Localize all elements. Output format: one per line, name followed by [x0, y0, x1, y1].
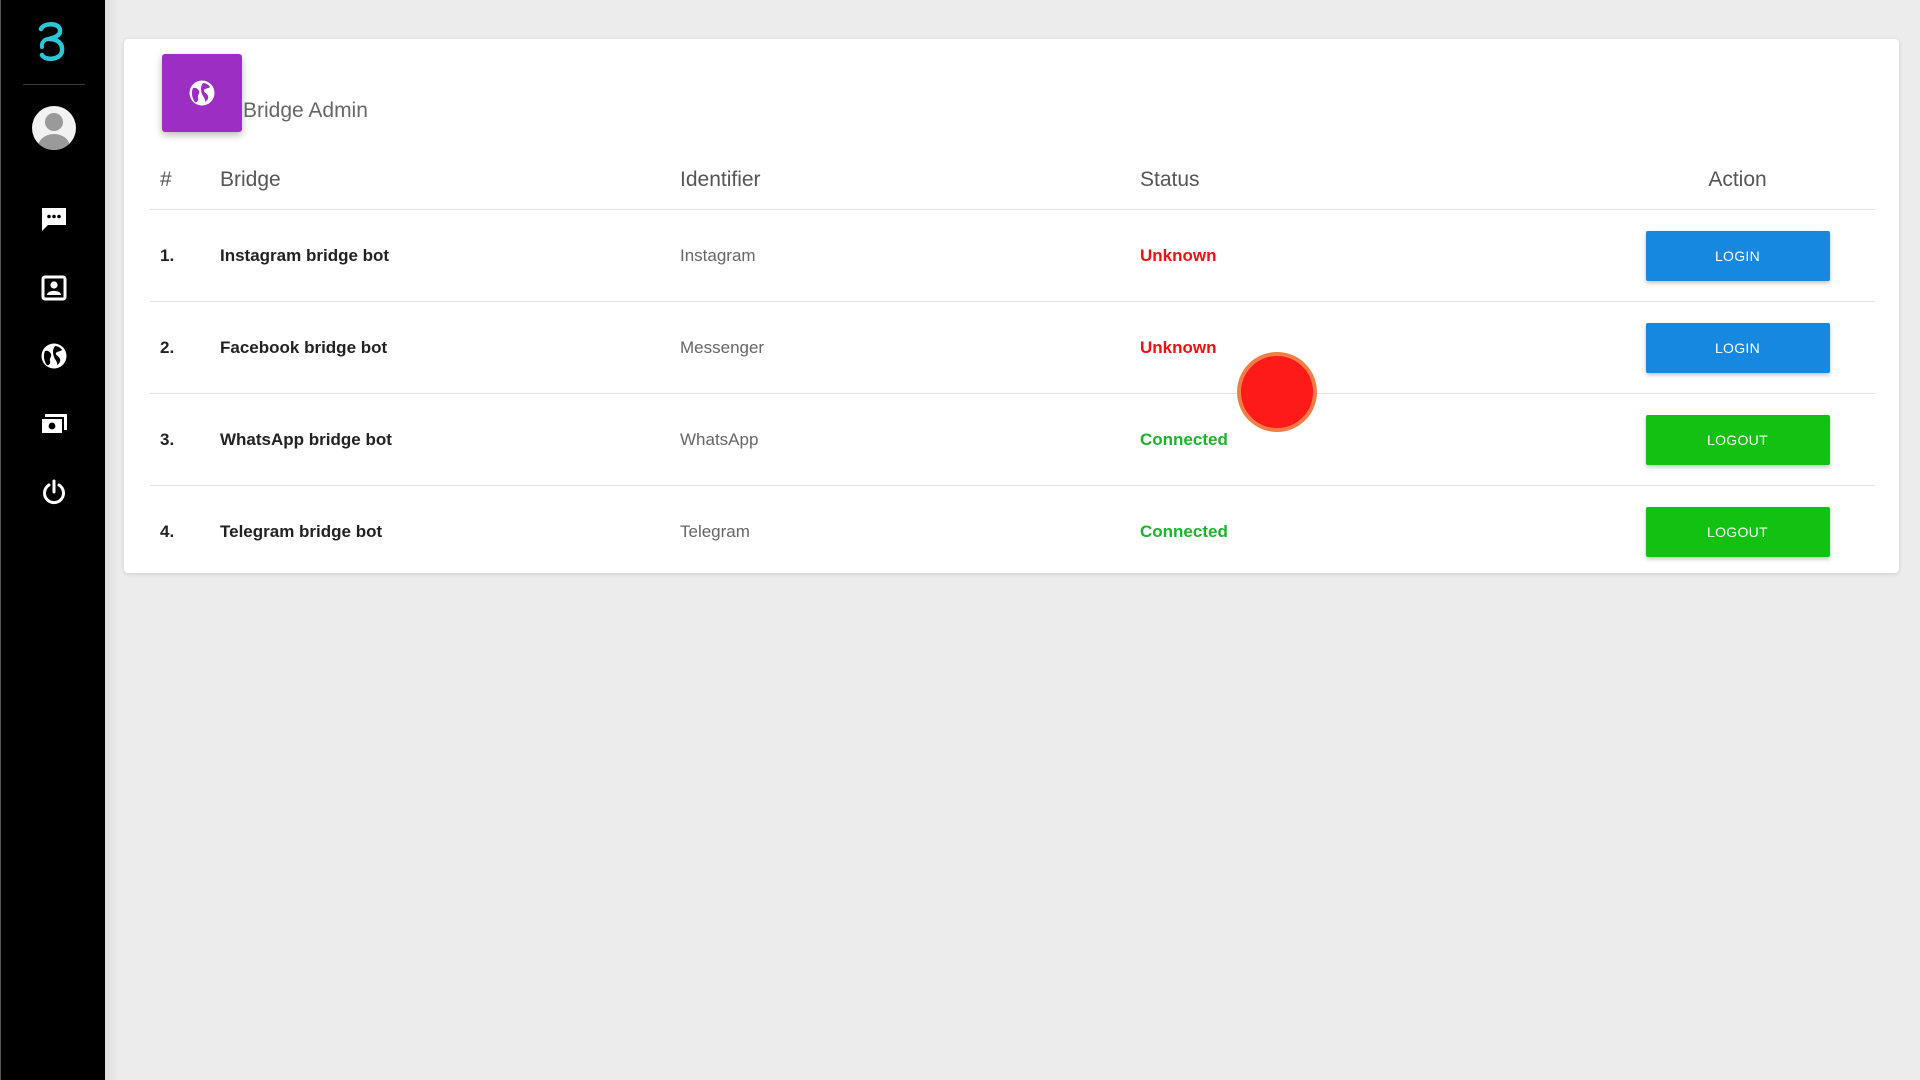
main-content: Bridge Admin # Bridge Identifier Status …	[105, 0, 1920, 1080]
action-cell: LOGOUT	[1540, 393, 1875, 486]
login-button[interactable]: LOGIN	[1645, 230, 1830, 281]
status-badge: Connected	[1140, 393, 1540, 486]
bridge-name: Facebook bridge bot	[220, 301, 680, 394]
media-icon[interactable]	[38, 408, 70, 440]
logout-button[interactable]: LOGOUT	[1645, 506, 1830, 557]
action-cell: LOGIN	[1540, 209, 1875, 302]
bridge-identifier: Instagram	[680, 209, 1140, 302]
bridge-admin-card: Bridge Admin # Bridge Identifier Status …	[124, 39, 1899, 573]
globe-icon[interactable]	[38, 340, 70, 372]
sidebar-divider	[23, 84, 85, 85]
login-button[interactable]: LOGIN	[1645, 322, 1830, 373]
table-row: 2. Facebook bridge bot Messenger Unknown…	[150, 301, 1875, 394]
status-badge: Unknown	[1140, 301, 1540, 394]
table-row: 4. Telegram bridge bot Telegram Connecte…	[150, 486, 1875, 578]
action-cell: LOGIN	[1540, 301, 1875, 394]
page-title: Bridge Admin	[243, 99, 368, 122]
action-cell: LOGOUT	[1540, 486, 1875, 578]
row-number: 4.	[160, 521, 175, 541]
table-header-row: # Bridge Identifier Status Action	[150, 151, 1875, 210]
bridge-name: Telegram bridge bot	[220, 521, 383, 541]
row-number: 1.	[150, 209, 220, 302]
status-badge: Connected	[1140, 521, 1228, 541]
globe-icon	[162, 54, 242, 132]
bridge-identifier: Telegram	[680, 521, 750, 541]
bridge-identifier: WhatsApp	[680, 393, 1140, 486]
power-icon[interactable]	[38, 476, 70, 508]
row-number: 3.	[150, 393, 220, 486]
bridge-name: Instagram bridge bot	[220, 209, 680, 302]
column-header-status: Status	[1140, 151, 1540, 210]
avatar[interactable]	[32, 106, 76, 150]
bridges-table: # Bridge Identifier Status Action 1. Ins…	[150, 151, 1875, 577]
bridge-identifier: Messenger	[680, 301, 1140, 394]
click-indicator	[1237, 352, 1317, 432]
bridge-name: WhatsApp bridge bot	[220, 393, 680, 486]
column-header-num: #	[150, 151, 220, 210]
table-row: 3. WhatsApp bridge bot WhatsApp Connecte…	[150, 393, 1875, 486]
row-number: 2.	[150, 301, 220, 394]
status-badge: Unknown	[1140, 209, 1540, 302]
bridge-logo-icon[interactable]	[33, 20, 73, 66]
column-header-action: Action	[1540, 151, 1875, 210]
contact-card-icon[interactable]	[38, 272, 70, 304]
chat-icon[interactable]	[38, 203, 70, 235]
column-header-identifier: Identifier	[680, 151, 1140, 210]
sidebar	[0, 0, 105, 1080]
logout-button[interactable]: LOGOUT	[1645, 414, 1830, 465]
table-row: 1. Instagram bridge bot Instagram Unknow…	[150, 209, 1875, 302]
column-header-bridge: Bridge	[220, 151, 680, 210]
